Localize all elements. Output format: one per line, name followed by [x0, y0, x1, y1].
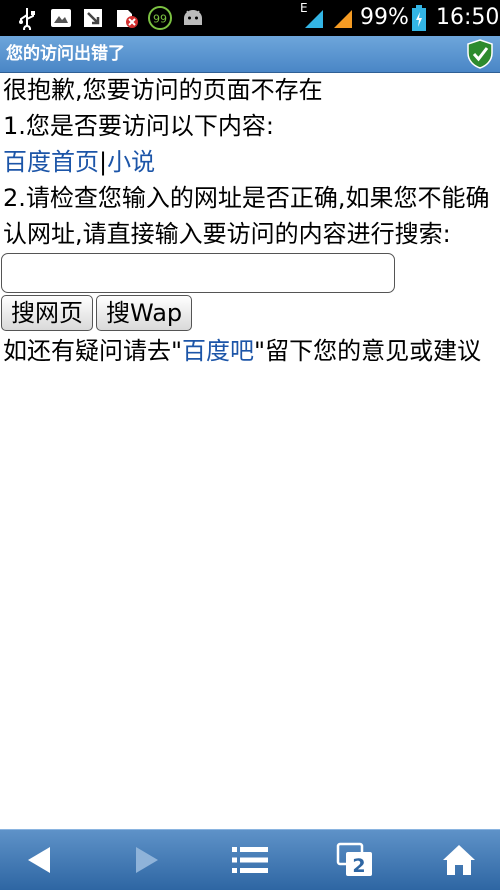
page-content: 很抱歉,您要访问的页面不存在 1.您是否要访问以下内容: 百度首页|小说 2.请… [1, 72, 497, 369]
apology-text: 很抱歉,您要访问的页面不存在 [3, 76, 323, 104]
signal-2-icon [332, 0, 354, 36]
link-novel[interactable]: 小说 [107, 148, 155, 176]
feedback-prefix: 如还有疑问请去" [3, 337, 183, 365]
notification-badge-text: 99 [153, 13, 167, 26]
download-icon [80, 0, 106, 36]
forward-button[interactable] [112, 830, 182, 890]
suggested-links: 百度首页|小说 [3, 144, 497, 180]
gallery-icon [48, 0, 74, 36]
battery-percent: 99% [360, 5, 409, 30]
bottom-toolbar: 2 [0, 829, 500, 890]
usb-icon [14, 0, 40, 36]
search-input[interactable] [1, 253, 395, 293]
forward-icon [136, 847, 158, 873]
signal-icon [303, 0, 325, 36]
battery-saver-icon: 99 [146, 0, 174, 36]
back-button[interactable] [4, 830, 74, 890]
link-baidu-home[interactable]: 百度首页 [3, 148, 99, 176]
home-button[interactable] [424, 830, 494, 890]
menu-icon [232, 847, 268, 873]
status-bar: 99 E 99% 16:50 [0, 0, 500, 36]
tabs-icon: 2 [336, 842, 372, 877]
check-url-text: 2.请检查您输入的网址是否正确,如果您不能确认网址,请直接输入要访问的内容进行搜… [3, 184, 490, 248]
page-title: 您的访问出错了 [6, 44, 125, 64]
tabs-button[interactable]: 2 [320, 830, 390, 890]
security-shield-icon[interactable] [466, 39, 494, 69]
battery-icon [410, 0, 428, 36]
search-wap-button[interactable]: 搜Wap [96, 295, 193, 331]
menu-button[interactable] [215, 830, 285, 890]
suggestion-heading: 1.您是否要访问以下内容: [3, 112, 274, 140]
title-bar: 您的访问出错了 [0, 36, 500, 73]
home-icon [443, 845, 475, 875]
search-buttons: 搜网页 搜Wap [1, 295, 497, 333]
link-baidu-tieba[interactable]: 百度吧 [182, 337, 254, 365]
back-icon [28, 847, 50, 873]
feedback-text: 如还有疑问请去"百度吧"留下您的意见或建议 [3, 333, 497, 369]
link-separator: | [99, 148, 108, 176]
android-icon [180, 0, 206, 36]
feedback-suffix: "留下您的意见或建议 [254, 337, 482, 365]
tab-count: 2 [352, 855, 365, 877]
no-sim-icon [113, 0, 141, 36]
search-web-button[interactable]: 搜网页 [1, 295, 93, 331]
clock: 16:50 [436, 5, 500, 30]
